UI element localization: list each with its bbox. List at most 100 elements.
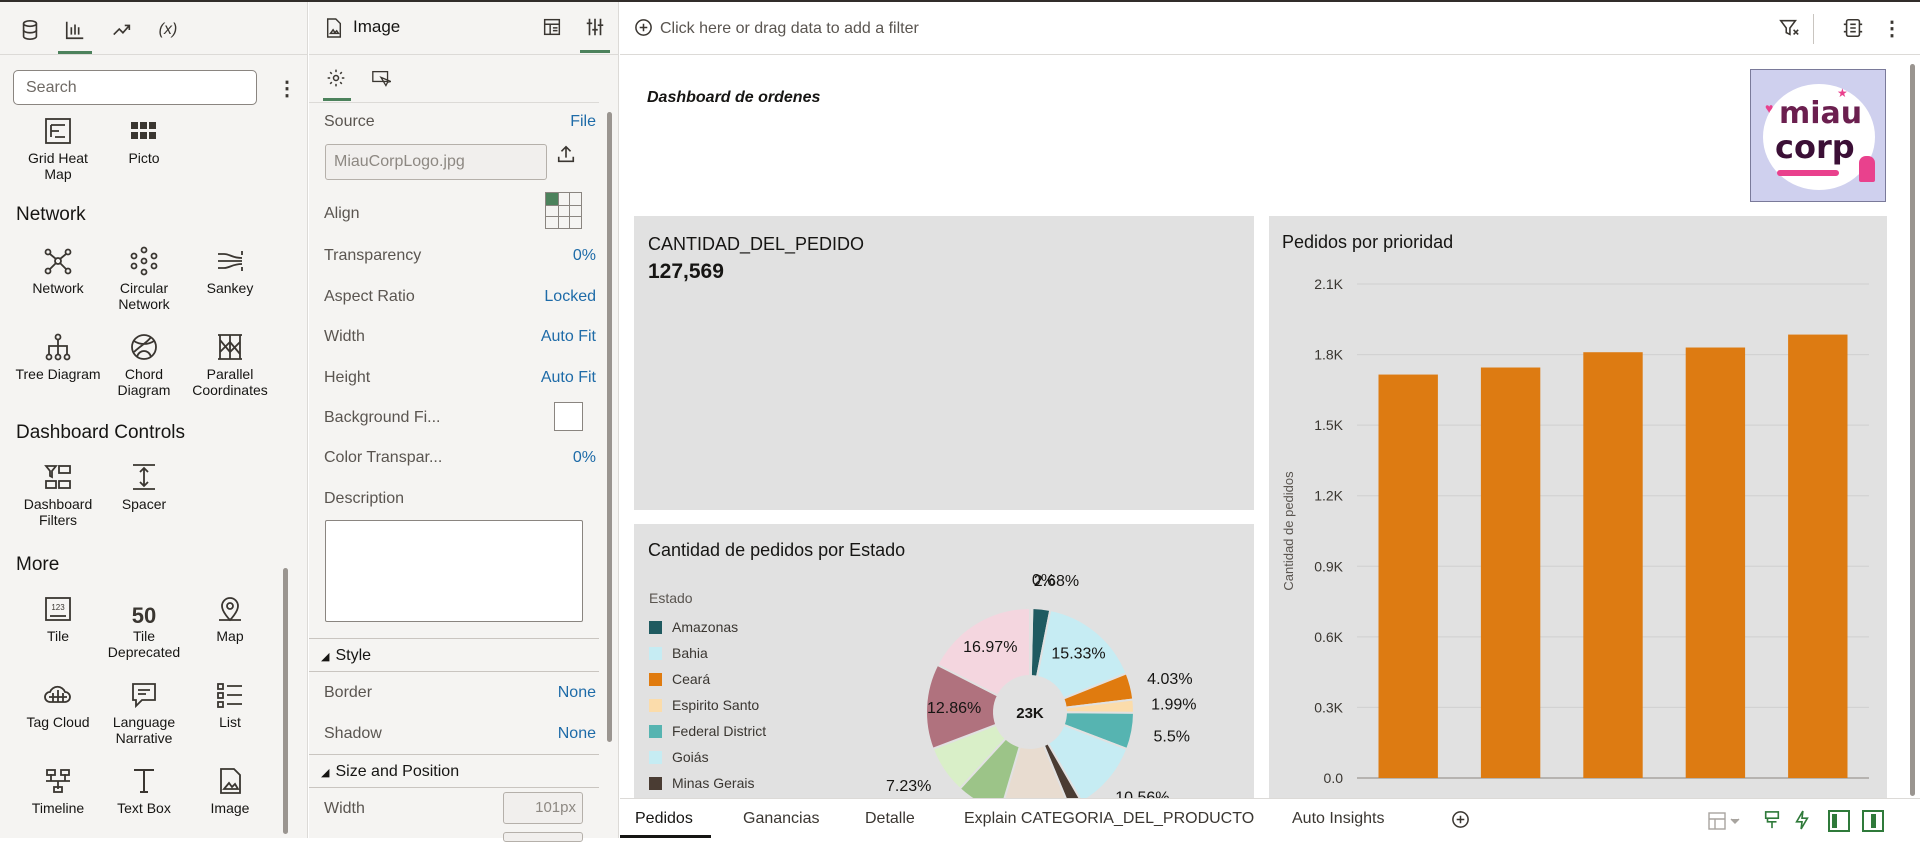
upload-icon[interactable] bbox=[556, 144, 578, 166]
bar[interactable] bbox=[1788, 334, 1848, 778]
right-panel-toggle-icon[interactable] bbox=[1862, 810, 1884, 832]
viz-label: Language Narrative bbox=[112, 714, 176, 746]
tab-ganancias[interactable]: Ganancias bbox=[743, 810, 820, 828]
size-position-section-header[interactable]: ◢ Size and Position bbox=[309, 754, 599, 788]
viz-list[interactable]: List bbox=[187, 678, 273, 730]
search-input[interactable]: Search bbox=[13, 70, 257, 105]
viz-chord-diagram[interactable]: Chord Diagram bbox=[101, 330, 187, 398]
active-subtab-indicator bbox=[323, 98, 351, 101]
size-width-field[interactable]: 101px bbox=[503, 792, 583, 824]
bar[interactable] bbox=[1685, 347, 1746, 778]
background-fill-swatch[interactable] bbox=[554, 402, 583, 431]
viz-dashboard-filters[interactable]: Dashboard Filters bbox=[15, 460, 101, 528]
panel-title: Image bbox=[353, 17, 401, 36]
viz-label: Tag Cloud bbox=[26, 714, 90, 730]
palette-scrollbar[interactable] bbox=[283, 568, 288, 834]
file-name-field[interactable]: MiauCorpLogo.jpg bbox=[325, 144, 547, 180]
viz-text-box[interactable]: Text Box bbox=[101, 764, 187, 816]
divider bbox=[309, 102, 599, 103]
filter-bar[interactable]: Click here or drag data to add a filter bbox=[660, 20, 919, 38]
bar-chart-tile[interactable]: Pedidos por prioridad 0.0 0.3K 0.6K 0.9K 1.2… bbox=[1269, 216, 1887, 804]
bar[interactable] bbox=[1583, 352, 1643, 778]
tag-cloud-icon bbox=[44, 685, 71, 703]
language-narrative-icon bbox=[132, 683, 156, 709]
viz-circular-network[interactable]: Circular Network bbox=[101, 244, 187, 312]
y-tick-label: 1.8K bbox=[1314, 347, 1343, 363]
chord-diagram-icon bbox=[131, 334, 157, 360]
viz-picto[interactable]: Picto bbox=[101, 114, 187, 166]
more-options-icon[interactable]: ⋮ bbox=[277, 76, 297, 102]
viz-tag-cloud[interactable]: Tag Cloud bbox=[15, 678, 101, 730]
bar[interactable] bbox=[1378, 374, 1438, 778]
viz-tile[interactable]: 123 Tile bbox=[15, 592, 101, 644]
color-transparency-value[interactable]: 0% bbox=[573, 449, 596, 467]
add-filter-icon[interactable] bbox=[634, 18, 654, 38]
add-canvas-icon[interactable] bbox=[1451, 810, 1471, 830]
y-tick-label: 2.1K bbox=[1314, 276, 1343, 292]
function-icon[interactable]: (x) bbox=[154, 16, 182, 44]
brush-icon[interactable] bbox=[1763, 810, 1783, 832]
database-icon[interactable] bbox=[16, 16, 44, 44]
viz-sankey[interactable]: Sankey bbox=[187, 244, 273, 296]
aspect-ratio-value[interactable]: Locked bbox=[544, 288, 596, 306]
properties-scrollbar[interactable] bbox=[607, 112, 612, 742]
canvas-layout-dropdown-icon[interactable] bbox=[1708, 812, 1744, 830]
kpi-tile[interactable]: CANTIDAD_DEL_PEDIDO 127,569 bbox=[634, 216, 1254, 510]
pie-center-label: 23K bbox=[1016, 705, 1044, 722]
left-panel-toggle-icon[interactable] bbox=[1828, 810, 1850, 832]
miau-corp-logo[interactable]: miau corp ♥ ★ bbox=[1750, 69, 1886, 202]
shadow-value[interactable]: None bbox=[558, 725, 596, 743]
transparency-value[interactable]: 0% bbox=[573, 247, 596, 265]
align-grid[interactable] bbox=[545, 192, 582, 229]
viz-image[interactable]: Image bbox=[187, 764, 273, 816]
canvas-scrollbar[interactable] bbox=[1910, 64, 1915, 796]
layout-icon[interactable] bbox=[541, 16, 565, 40]
bar[interactable] bbox=[1480, 367, 1541, 778]
map-icon bbox=[219, 597, 241, 622]
viz-parallel-coordinates[interactable]: Parallel Coordinates bbox=[187, 330, 273, 398]
gear-icon[interactable] bbox=[326, 68, 348, 90]
viz-map[interactable]: Map bbox=[187, 592, 273, 644]
viz-timeline[interactable]: Timeline bbox=[15, 764, 101, 816]
pie-chart: 2.68%15.33%4.03%1.99%5.5%10.56%7.23%12.8… bbox=[886, 572, 1196, 804]
width-value[interactable]: Auto Fit bbox=[541, 328, 596, 346]
tab-detalle[interactable]: Detalle bbox=[865, 810, 915, 828]
source-value[interactable]: File bbox=[570, 113, 596, 131]
tile-deprecated-icon: 50 bbox=[101, 592, 187, 627]
viz-spacer[interactable]: Spacer bbox=[101, 460, 187, 512]
viz-tile-deprecated[interactable]: 50 Tile Deprecated bbox=[101, 592, 187, 661]
size-height-field[interactable] bbox=[503, 832, 583, 842]
viz-grid-heat-map[interactable]: Grid Heat Map bbox=[15, 114, 101, 182]
data-actions-icon[interactable] bbox=[1842, 17, 1866, 41]
viz-language-narrative[interactable]: Language Narrative bbox=[101, 678, 187, 746]
border-value[interactable]: None bbox=[558, 684, 596, 702]
viz-network[interactable]: Network bbox=[15, 244, 101, 296]
viz-tree-diagram[interactable]: Tree Diagram bbox=[15, 330, 101, 382]
pie-chart-tile[interactable]: Cantidad de pedidos por Estado Estado Am… bbox=[634, 524, 1254, 804]
style-header-label: Style bbox=[335, 647, 372, 664]
viz-label: List bbox=[219, 714, 241, 730]
pie-slice[interactable] bbox=[1029, 606, 1034, 678]
properties-icon[interactable] bbox=[584, 16, 608, 40]
viz-label: Tile bbox=[46, 628, 70, 644]
tab-explain[interactable]: Explain CATEGORIA_DEL_PRODUCTO bbox=[964, 810, 1254, 828]
viz-label: Grid Heat Map bbox=[28, 150, 88, 182]
canvas-more-icon[interactable]: ⋮ bbox=[1882, 16, 1902, 42]
filter-funnel-icon[interactable] bbox=[1778, 17, 1802, 41]
viz-label: Network bbox=[32, 280, 84, 296]
tab-pedidos[interactable]: Pedidos bbox=[635, 810, 693, 828]
parallel-coordinates-icon bbox=[218, 334, 242, 360]
viz-label: Circular Network bbox=[118, 280, 170, 312]
style-section-header[interactable]: ◢ Style bbox=[309, 638, 599, 672]
trend-icon[interactable] bbox=[108, 16, 136, 44]
lightning-icon[interactable] bbox=[1793, 810, 1813, 832]
tab-auto-insights[interactable]: Auto Insights bbox=[1292, 810, 1385, 828]
interaction-icon[interactable] bbox=[371, 70, 393, 90]
bar-chart-icon[interactable] bbox=[61, 16, 89, 44]
viz-label: Dashboard Filters bbox=[23, 496, 93, 528]
cat-silhouette-icon bbox=[1859, 156, 1875, 182]
logo-swoosh bbox=[1777, 170, 1839, 176]
description-textarea[interactable] bbox=[325, 520, 583, 622]
network-icon bbox=[44, 248, 72, 275]
height-value[interactable]: Auto Fit bbox=[541, 369, 596, 387]
